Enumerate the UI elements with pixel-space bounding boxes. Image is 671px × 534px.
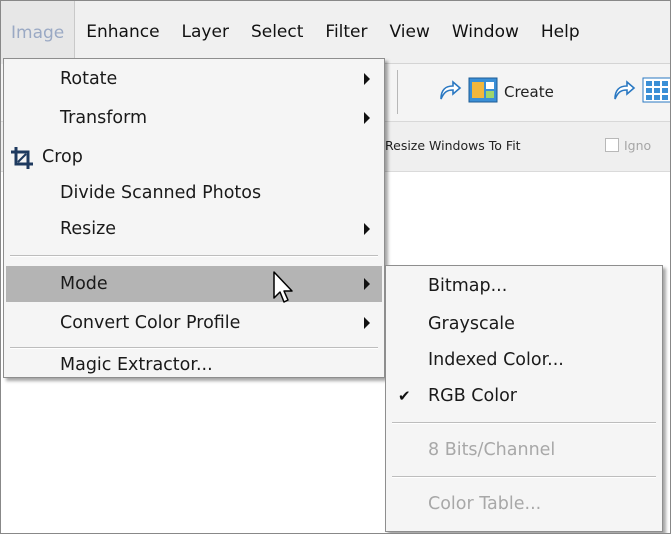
menu-item-resize[interactable]: Resize xyxy=(6,211,382,247)
share-arrow-icon xyxy=(612,77,636,107)
ignore-checkbox[interactable] xyxy=(605,138,619,152)
toolbar-separator xyxy=(397,70,398,114)
submenu-arrow-icon xyxy=(364,223,370,235)
resize-windows-to-fit-button[interactable]: Resize Windows To Fit xyxy=(385,138,521,153)
menu-item-rotate[interactable]: Rotate xyxy=(6,61,382,97)
submenu-item-color-table[interactable]: Color Table... xyxy=(388,486,660,522)
menu-image[interactable]: Image xyxy=(0,0,76,64)
menu-window[interactable]: Window xyxy=(441,0,530,64)
menu-enhance[interactable]: Enhance xyxy=(75,0,170,64)
menu-separator xyxy=(10,347,378,349)
create-button[interactable]: Create xyxy=(438,76,554,108)
menu-separator xyxy=(392,422,656,424)
menu-item-transform[interactable]: Transform xyxy=(6,100,382,136)
menu-layer[interactable]: Layer xyxy=(171,0,240,64)
menu-item-label: Divide Scanned Photos xyxy=(60,183,262,203)
mouse-cursor-icon xyxy=(272,270,296,310)
create-label: Create xyxy=(504,83,554,101)
menu-item-convert-color-profile[interactable]: Convert Color Profile xyxy=(6,305,382,341)
menu-filter[interactable]: Filter xyxy=(314,0,378,64)
menu-item-label: Grayscale xyxy=(428,314,515,334)
menu-item-label: Resize xyxy=(60,219,117,239)
menu-view[interactable]: View xyxy=(379,0,441,64)
menu-item-label: Bitmap... xyxy=(428,276,508,296)
menu-item-label: RGB Color xyxy=(428,386,517,406)
menu-item-label: Rotate xyxy=(60,69,118,89)
menu-help[interactable]: Help xyxy=(530,0,591,64)
menu-item-mode[interactable]: Mode xyxy=(6,266,382,302)
submenu-item-grayscale[interactable]: Grayscale xyxy=(388,306,660,342)
submenu-arrow-icon xyxy=(364,73,370,85)
crop-icon xyxy=(10,146,34,175)
submenu-arrow-icon xyxy=(364,112,370,124)
submenu-arrow-icon xyxy=(364,278,370,290)
submenu-arrow-icon xyxy=(364,317,370,329)
submenu-item-rgb-color[interactable]: ✔ RGB Color xyxy=(388,378,660,414)
mode-submenu: Bitmap... Grayscale Indexed Color... ✔ R… xyxy=(385,265,663,532)
menu-item-label: 8 Bits/Channel xyxy=(428,440,556,460)
ignore-label: Igno xyxy=(624,138,652,153)
menu-item-magic-extractor[interactable]: Magic Extractor... xyxy=(6,353,382,379)
share-button[interactable] xyxy=(612,76,671,108)
menu-item-crop[interactable]: Crop xyxy=(6,139,382,175)
menu-item-label: Convert Color Profile xyxy=(60,313,241,333)
share-arrow-icon xyxy=(438,77,462,107)
checkmark-icon: ✔ xyxy=(398,387,411,405)
menu-item-label: Indexed Color... xyxy=(428,350,564,370)
submenu-item-8-bits-channel[interactable]: 8 Bits/Channel xyxy=(388,432,660,468)
menu-select[interactable]: Select xyxy=(240,0,314,64)
menu-separator xyxy=(392,476,656,478)
image-menu: Rotate Transform Crop Divide Scanned Pho… xyxy=(3,58,385,378)
menu-item-label: Magic Extractor... xyxy=(60,355,213,375)
menu-bar: Image Enhance Layer Select Filter View W… xyxy=(0,0,671,64)
submenu-item-bitmap[interactable]: Bitmap... xyxy=(388,268,660,304)
menu-item-divide-scanned-photos[interactable]: Divide Scanned Photos xyxy=(6,175,382,211)
menu-separator xyxy=(10,255,378,257)
menu-item-label: Mode xyxy=(60,274,108,294)
photo-collage-icon xyxy=(468,76,498,108)
submenu-item-indexed-color[interactable]: Indexed Color... xyxy=(388,342,660,378)
grid-icon xyxy=(642,76,671,108)
menu-item-label: Transform xyxy=(60,108,148,128)
menu-item-label: Color Table... xyxy=(428,494,542,514)
menu-item-label: Crop xyxy=(42,147,83,167)
